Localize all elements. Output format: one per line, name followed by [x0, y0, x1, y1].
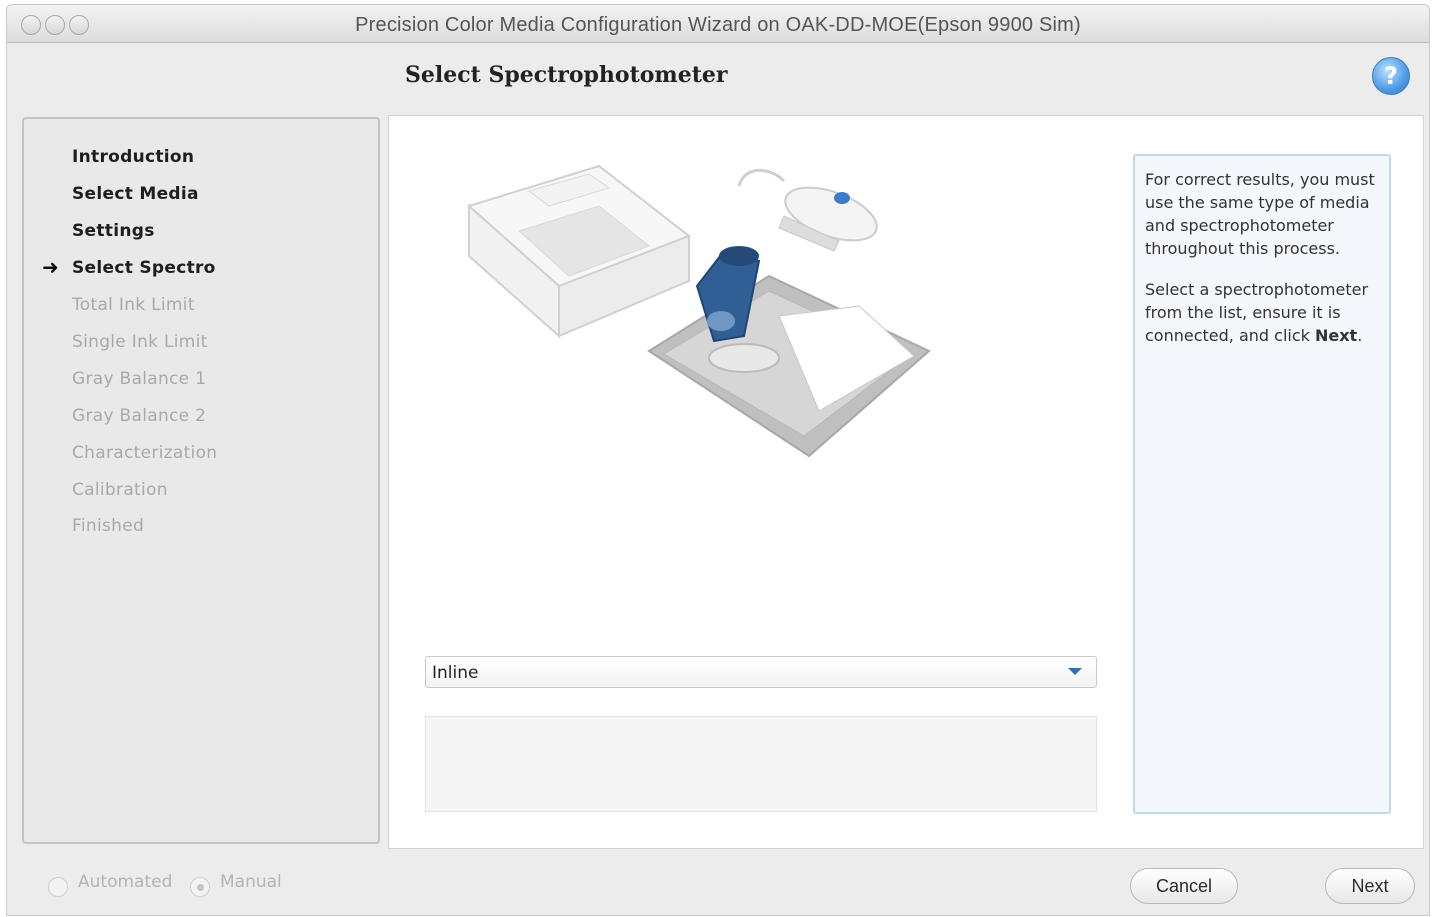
info-paragraph-2-end: .: [1357, 326, 1363, 345]
manual-radio[interactable]: [190, 877, 210, 897]
handheld-spectro-image: [737, 168, 878, 252]
step-single-ink-limit: Single Ink Limit: [72, 332, 208, 352]
spectro-tray-image: [647, 246, 931, 458]
spectrophotometer-illustration: [467, 164, 931, 458]
spectro-details-box: [425, 716, 1097, 812]
automated-radio[interactable]: [48, 877, 68, 897]
page-title: Select Spectrophotometer: [405, 62, 728, 88]
cancel-button[interactable]: Cancel: [1130, 868, 1238, 904]
info-paragraph-2: Select a spectrophotometer from the list…: [1145, 278, 1381, 347]
spectrophotometer-select[interactable]: Inline: [425, 656, 1097, 688]
current-step-arrow-icon: ➜: [42, 255, 59, 279]
help-question-icon[interactable]: ?: [1372, 57, 1410, 95]
info-paragraph-1: For correct results, you must use the sa…: [1145, 170, 1375, 258]
wizard-steps-sidebar: ➜ Introduction Select Media Settings Sel…: [22, 117, 380, 844]
spectrophotometer-select-value: Inline: [432, 663, 479, 683]
printer-device-image: [467, 164, 692, 339]
step-gray-balance-1: Gray Balance 1: [72, 369, 207, 389]
step-total-ink-limit: Total Ink Limit: [72, 295, 195, 315]
manual-radio-label: Manual: [220, 872, 282, 892]
step-calibration: Calibration: [72, 480, 168, 500]
radio-selected-dot: [197, 884, 204, 891]
title-bar: Precision Color Media Configuration Wiza…: [7, 5, 1429, 43]
info-panel: For correct results, you must use the sa…: [1133, 154, 1391, 814]
window-title: Precision Color Media Configuration Wiza…: [355, 14, 1081, 36]
next-button[interactable]: Next: [1325, 868, 1415, 904]
info-next-emphasis: Next: [1314, 326, 1358, 345]
step-introduction: Introduction: [72, 147, 195, 167]
step-select-spectro: Select Spectro: [72, 258, 216, 278]
automated-radio-label: Automated: [78, 872, 173, 892]
step-select-media: Select Media: [72, 184, 199, 204]
step-settings: Settings: [72, 221, 155, 241]
chevron-down-icon: [1066, 665, 1084, 679]
step-gray-balance-2: Gray Balance 2: [72, 406, 207, 426]
step-characterization: Characterization: [72, 443, 218, 463]
main-content-panel: Inline For correct results, you must use…: [388, 115, 1424, 849]
step-finished: Finished: [72, 516, 145, 536]
